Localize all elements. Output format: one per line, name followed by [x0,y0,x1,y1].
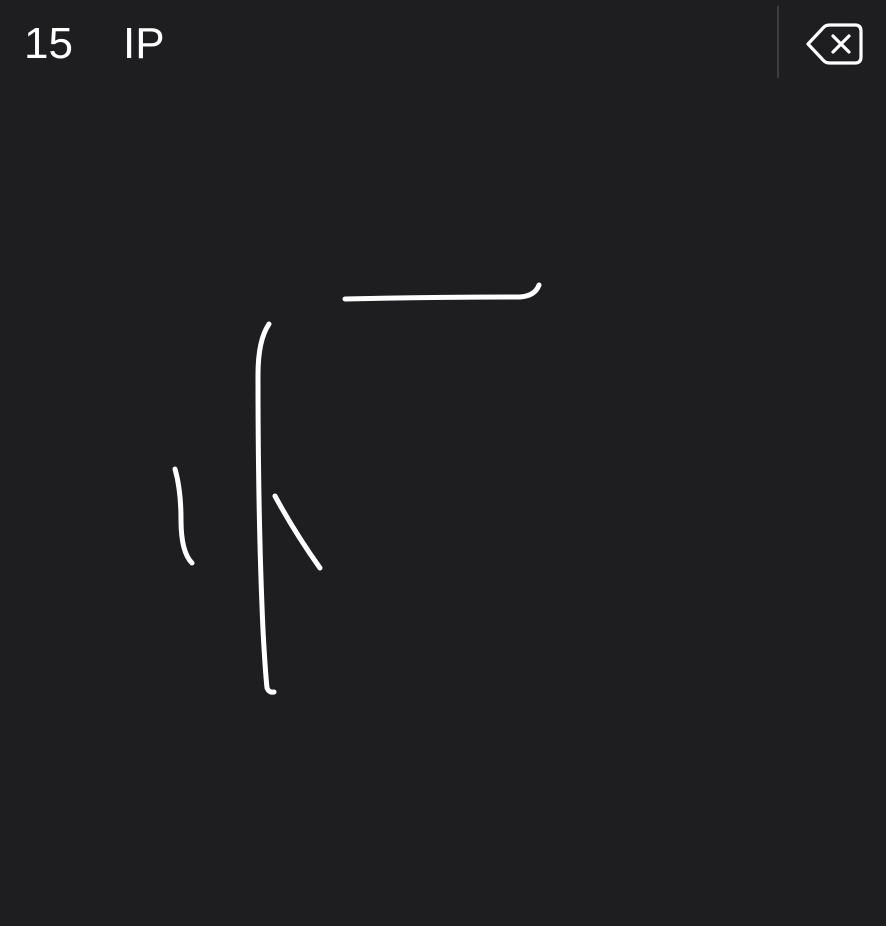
candidate-ip[interactable]: IP [123,18,165,70]
delete-button[interactable] [800,14,870,74]
divider [777,6,779,78]
stroke-long-vertical [255,321,277,695]
stroke-left-dot [172,466,195,566]
delete-backspace-icon [806,23,863,65]
stroke-right-dot [272,493,323,571]
handwriting-canvas[interactable] [0,88,886,926]
candidate-bar: 15 IP [0,0,886,88]
stroke-horizontal [342,282,542,302]
candidate-15[interactable]: 15 [24,18,73,70]
